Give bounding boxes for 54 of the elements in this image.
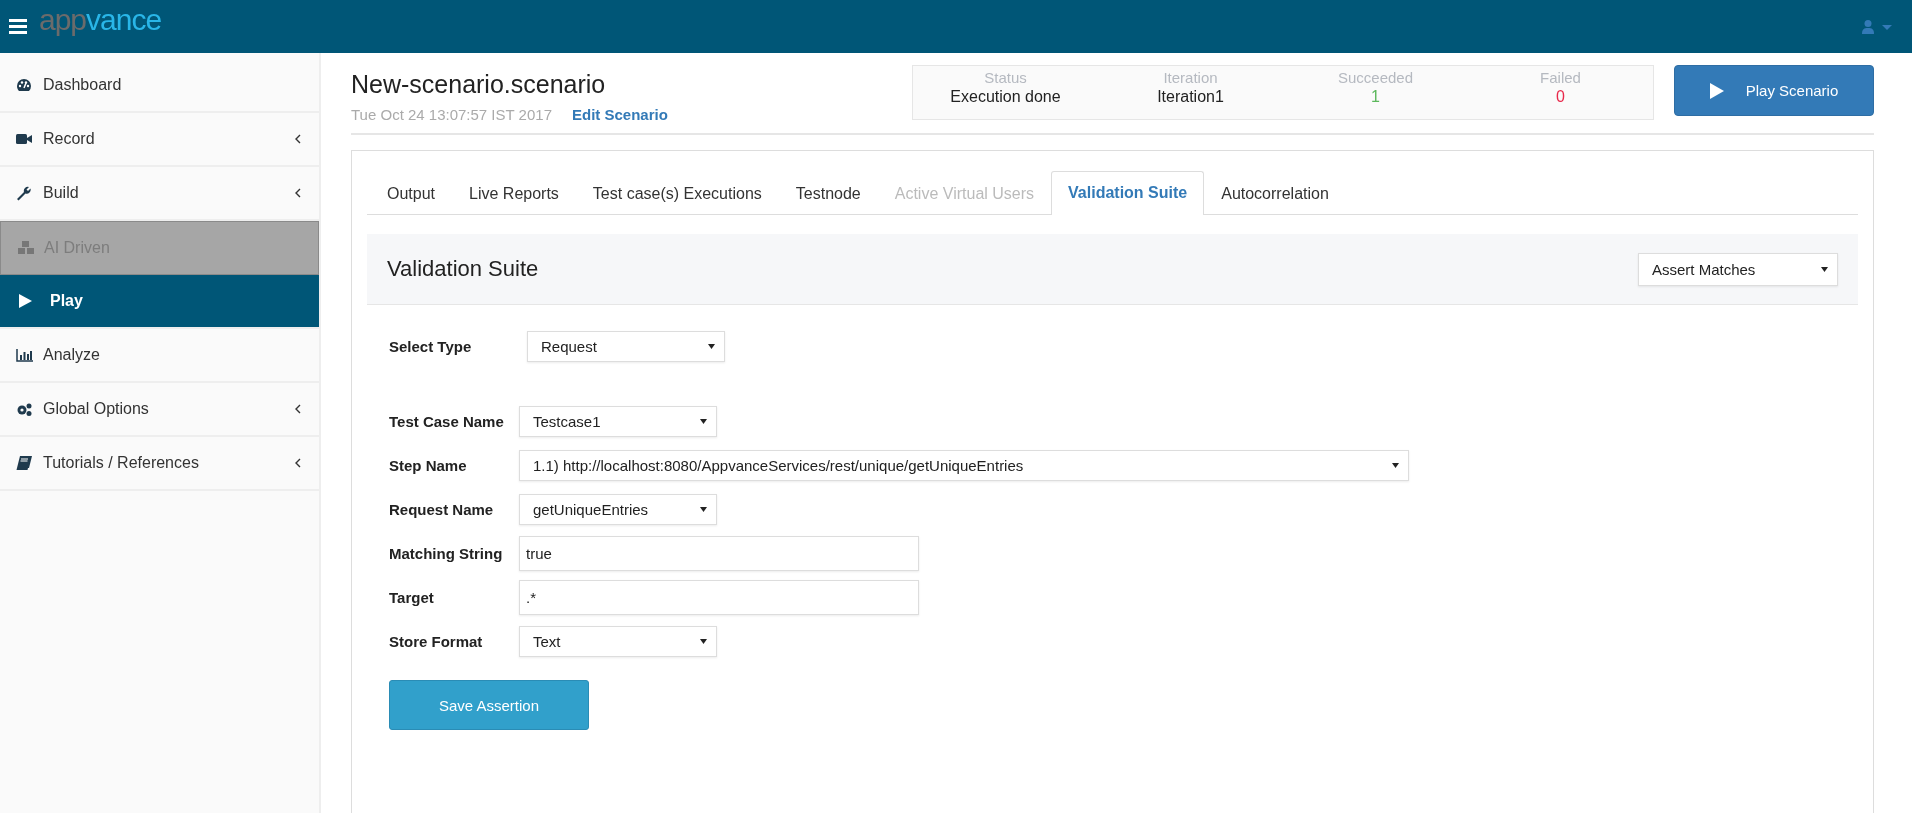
tab[interactable]: Live Reports — [452, 172, 576, 215]
sidebar-item[interactable]: Analyze — [0, 329, 319, 383]
tab[interactable]: Test case(s) Executions — [575, 172, 779, 215]
field-label: Select Type — [389, 337, 473, 355]
dropdown[interactable]: Text — [519, 625, 717, 657]
caret-down-icon — [700, 506, 707, 512]
tab[interactable]: Autocorrelation — [1204, 172, 1346, 215]
caret-down-icon — [700, 638, 707, 644]
field-label: Request Name — [389, 500, 495, 518]
tab[interactable]: Output — [370, 172, 453, 215]
field-label: Target — [389, 588, 435, 606]
cubes-icon — [17, 241, 37, 255]
bar-chart-icon — [16, 348, 36, 362]
stat-value: Execution done — [950, 88, 1061, 106]
input-field[interactable]: true — [519, 535, 919, 571]
field-label: Store Format — [389, 632, 484, 650]
dropdown[interactable]: Testcase1 — [519, 405, 717, 437]
caret-icon — [294, 188, 301, 198]
edit-scenario-link[interactable]: Edit Scenario — [572, 106, 668, 123]
stat-value: 0 — [1556, 88, 1565, 106]
field-label: Step Name — [389, 456, 468, 474]
caret-down-icon — [1392, 462, 1399, 468]
caret-down-icon — [700, 418, 707, 424]
dropdown[interactable]: getUniqueEntries — [519, 493, 717, 525]
caret-down-icon — [1821, 266, 1828, 272]
input-field[interactable]: .* — [519, 579, 919, 615]
scenario-title: New-scenario.scenario — [351, 70, 607, 99]
sidebar-item[interactable]: Record — [0, 113, 319, 167]
stat-label: Succeeded — [1337, 69, 1414, 86]
timestamp: Tue Oct 24 13:07:57 IST 2017 — [351, 106, 552, 123]
dropdown[interactable]: 1.1) http://localhost:8080/AppvanceServices/rest/unique/getUniqueEntries — [519, 449, 1409, 481]
sidebar-item[interactable]: Tutorials / References — [0, 437, 319, 491]
tab[interactable]: Validation Suite — [1051, 171, 1205, 215]
stat-label: Iteration — [1163, 69, 1218, 86]
panel-title: Validation Suite — [387, 256, 539, 282]
play-scenario-button[interactable]: Play Scenario — [1674, 65, 1874, 116]
sidebar-item[interactable]: Global Options — [0, 383, 319, 437]
stat-label: Failed — [1540, 69, 1581, 86]
sidebar-item[interactable]: Dashboard — [0, 59, 319, 113]
dropdown[interactable]: Request — [527, 330, 725, 362]
field-label: Test Case Name — [389, 412, 505, 430]
caret-down-icon — [708, 343, 715, 349]
dropdown[interactable]: Assert Matches — [1638, 252, 1838, 286]
stat-value: Iteration1 — [1157, 88, 1224, 106]
sidebar-item[interactable]: Play — [0, 275, 319, 329]
menu-icon[interactable] — [9, 19, 27, 34]
field-label: Matching String — [389, 544, 504, 562]
tab[interactable]: Testnode — [778, 172, 878, 215]
stat-label: Status — [984, 69, 1027, 86]
play-icon — [1709, 82, 1724, 99]
stat-value: 1 — [1371, 88, 1380, 106]
caret-icon — [294, 458, 301, 468]
caret-icon — [294, 404, 301, 414]
caret-icon — [294, 134, 301, 144]
